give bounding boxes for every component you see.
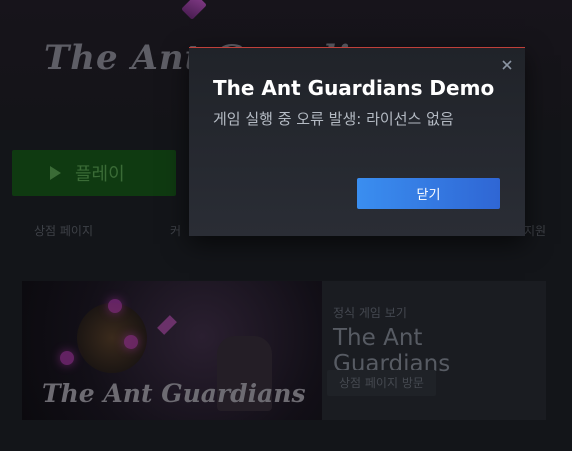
promo-image-logo: The Ant Guardians — [42, 379, 306, 408]
store-page-button[interactable]: 상점 페이지 방문 — [327, 370, 436, 396]
tab-community[interactable]: 커 — [170, 222, 181, 239]
glow-light — [60, 351, 74, 365]
glow-light — [124, 335, 138, 349]
glow-light — [108, 299, 122, 313]
close-icon[interactable] — [500, 58, 514, 72]
tab-support[interactable]: 지원 — [524, 222, 546, 239]
play-icon — [50, 166, 61, 180]
error-dialog: The Ant Guardians Demo 게임 실행 중 오류 발생: 라이… — [189, 47, 525, 236]
tab-store-page[interactable]: 상점 페이지 — [34, 222, 93, 239]
play-button-label: 플레이 — [75, 164, 125, 185]
play-button[interactable]: 플레이 — [12, 150, 176, 196]
dialog-title: The Ant Guardians Demo — [213, 76, 495, 100]
promo-image[interactable]: The Ant Guardians — [22, 281, 322, 420]
crystal-artwork — [157, 315, 177, 335]
close-button[interactable]: 닫기 — [357, 178, 500, 209]
gem-icon — [181, 0, 207, 20]
dialog-message: 게임 실행 중 오류 발생: 라이선스 없음 — [213, 110, 454, 128]
full-game-promo: The Ant Guardians 정식 게임 보기 The Ant Guard… — [22, 281, 546, 420]
promo-kicker: 정식 게임 보기 — [333, 306, 407, 320]
